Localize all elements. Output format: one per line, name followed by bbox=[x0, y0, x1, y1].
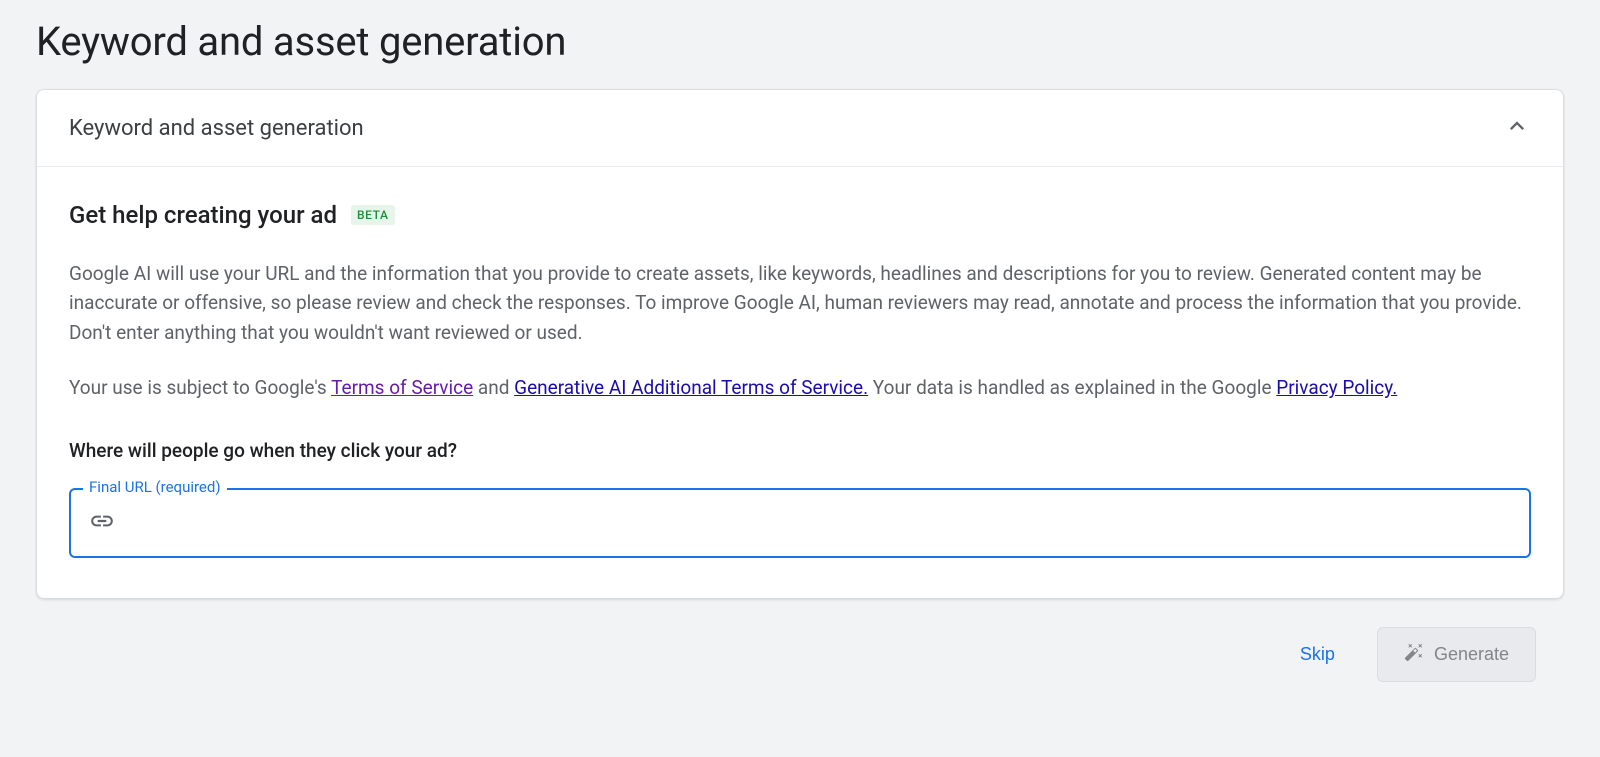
link-icon bbox=[89, 508, 115, 538]
card-header[interactable]: Keyword and asset generation bbox=[37, 90, 1563, 167]
actions-row: Skip Generate bbox=[36, 599, 1564, 682]
final-url-input[interactable] bbox=[129, 490, 1511, 556]
chevron-up-icon bbox=[1503, 112, 1531, 144]
magic-wand-icon bbox=[1404, 642, 1424, 667]
privacy-policy-link[interactable]: Privacy Policy. bbox=[1276, 376, 1397, 399]
description-text: Google AI will use your URL and the info… bbox=[69, 259, 1531, 347]
url-question: Where will people go when they click you… bbox=[69, 439, 1531, 462]
generate-button[interactable]: Generate bbox=[1377, 627, 1536, 682]
final-url-label: Final URL (required) bbox=[83, 478, 227, 496]
legal-and: and bbox=[473, 376, 514, 399]
page-title: Keyword and asset generation bbox=[36, 0, 1564, 89]
final-url-field[interactable] bbox=[69, 488, 1531, 558]
beta-badge: BETA bbox=[351, 205, 395, 225]
gen-ai-tos-link[interactable]: Generative AI Additional Terms of Servic… bbox=[514, 376, 868, 399]
keyword-asset-card: Keyword and asset generation Get help cr… bbox=[36, 89, 1564, 599]
card-header-title: Keyword and asset generation bbox=[69, 116, 364, 141]
legal-text: Your use is subject to Google's Terms of… bbox=[69, 373, 1531, 402]
terms-of-service-link[interactable]: Terms of Service bbox=[331, 376, 473, 399]
section-heading: Get help creating your ad bbox=[69, 201, 337, 229]
generate-button-label: Generate bbox=[1434, 644, 1509, 665]
card-body: Get help creating your ad BETA Google AI… bbox=[37, 167, 1563, 598]
legal-middle: Your data is handled as explained in the… bbox=[868, 376, 1276, 399]
skip-button[interactable]: Skip bbox=[1282, 632, 1353, 677]
legal-prefix: Your use is subject to Google's bbox=[69, 376, 331, 399]
final-url-field-wrap: Final URL (required) bbox=[69, 488, 1531, 558]
